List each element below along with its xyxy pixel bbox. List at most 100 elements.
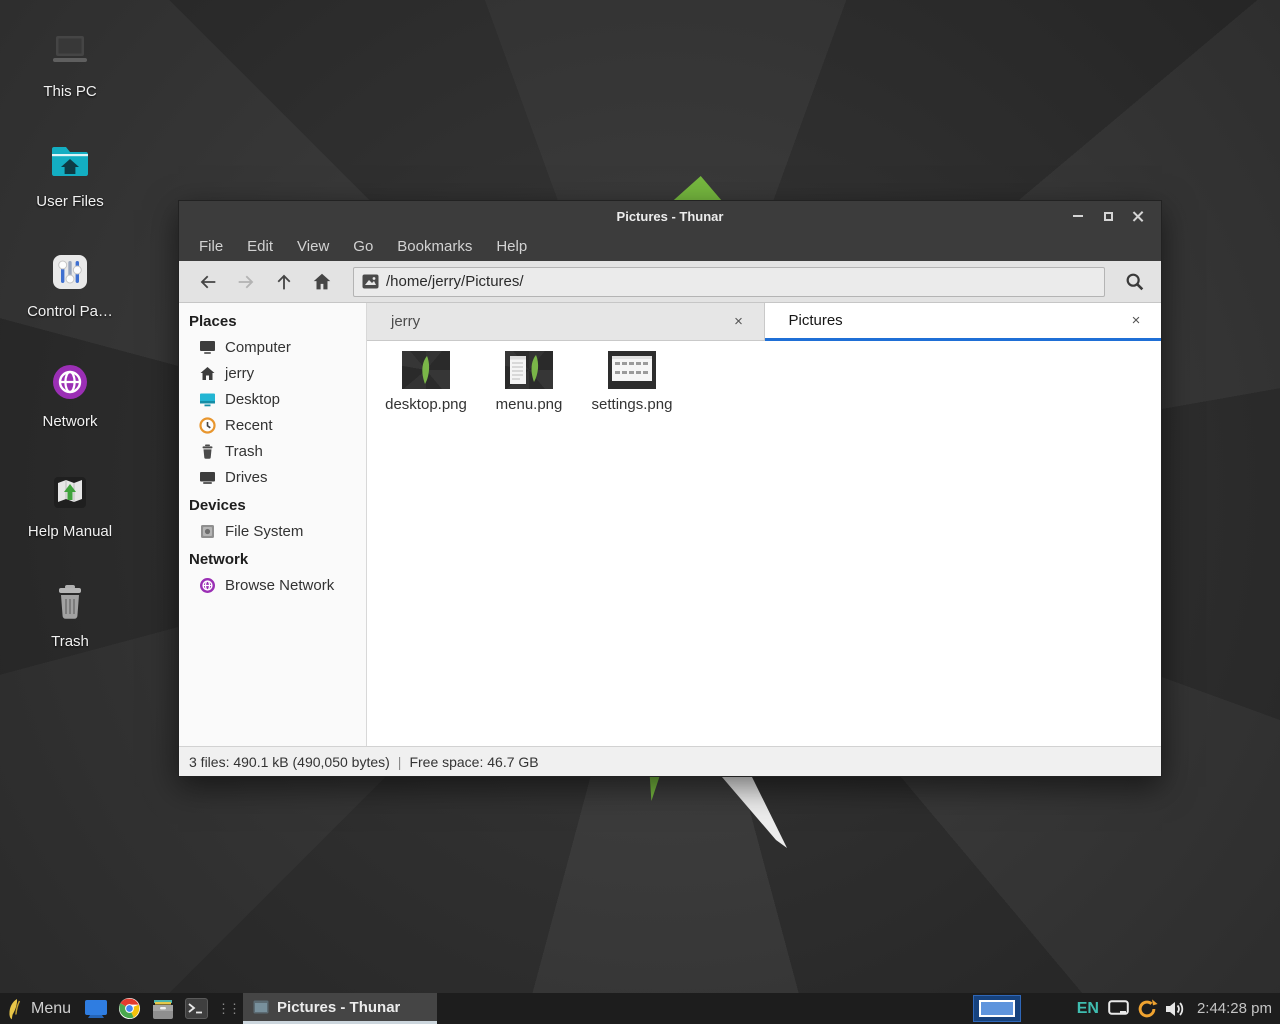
workspace-1 <box>979 1000 1015 1017</box>
path-entry[interactable]: /home/jerry/Pictures/ <box>353 267 1105 297</box>
tab-jerry[interactable]: jerry × <box>367 303 765 341</box>
desktop-icon-label: Help Manual <box>28 523 112 540</box>
trash-icon <box>46 578 94 626</box>
home-icon <box>199 365 216 382</box>
desktop-icon-user-files[interactable]: User Files <box>0 126 140 236</box>
menu-bookmarks[interactable]: Bookmarks <box>387 234 482 259</box>
wallpaper-feather-quill <box>716 776 790 850</box>
home-button[interactable] <box>303 266 341 298</box>
sidebar-item-label: Computer <box>225 339 291 356</box>
speaker-icon <box>1165 1000 1185 1018</box>
status-free-space-text: Free space: 46.7 GB <box>409 754 538 770</box>
workspace-switcher[interactable] <box>973 995 1021 1022</box>
file-settings-png[interactable]: settings.png <box>582 349 682 413</box>
window-content: Places Computer jerry <box>179 303 1161 746</box>
forward-arrow-icon <box>235 271 257 293</box>
status-bar: 3 files: 490.1 kB (490,050 bytes) | Free… <box>179 746 1161 776</box>
keyboard-layout-indicator[interactable]: EN <box>1077 1000 1099 1018</box>
sidebar-heading-devices: Devices <box>179 492 366 518</box>
up-button[interactable] <box>265 266 303 298</box>
search-icon <box>1124 271 1146 293</box>
file-view[interactable]: desktop.png menu.png <box>367 341 1161 746</box>
menu-view[interactable]: View <box>287 234 339 259</box>
sidebar-item-recent[interactable]: Recent <box>179 412 366 438</box>
display-tray-button[interactable] <box>1108 1000 1129 1017</box>
window-titlebar[interactable]: Pictures - Thunar <box>179 201 1161 231</box>
sidebar-item-computer[interactable]: Computer <box>179 334 366 360</box>
window-title: Pictures - Thunar <box>179 209 1161 224</box>
thunar-window: Pictures - Thunar File Edit View Go Book… <box>178 200 1162 777</box>
maximize-button[interactable] <box>1095 205 1121 227</box>
sidebar-heading-network: Network <box>179 546 366 572</box>
sidebar-item-label: Trash <box>225 443 263 460</box>
sidebar-item-desktop[interactable]: Desktop <box>179 386 366 412</box>
chrome-launcher[interactable] <box>113 993 146 1024</box>
status-separator: | <box>398 754 402 770</box>
display-tray-icon <box>1108 1000 1129 1017</box>
window-controls <box>1065 205 1161 227</box>
desktop-icon-label: Trash <box>51 633 89 650</box>
tab-label: Pictures <box>789 312 1128 329</box>
desktop-icon-network[interactable]: Network <box>0 346 140 456</box>
desktop-icon-list: This PC User Files Control Pa… Network <box>0 16 140 676</box>
sidebar-item-trash[interactable]: Trash <box>179 438 366 464</box>
tab-pictures[interactable]: Pictures × <box>765 303 1162 341</box>
help-manual-icon <box>46 468 94 516</box>
file-desktop-png[interactable]: desktop.png <box>376 349 476 413</box>
network-globe-icon <box>199 577 216 594</box>
terminal-launcher[interactable] <box>180 993 213 1024</box>
desktop-icon-this-pc[interactable]: This PC <box>0 16 140 126</box>
tab-close-icon[interactable]: × <box>730 313 748 330</box>
file-menu-png[interactable]: menu.png <box>479 349 579 413</box>
computer-icon <box>199 339 216 356</box>
up-arrow-icon <box>273 271 295 293</box>
update-manager-button[interactable] <box>1136 998 1158 1020</box>
task-button-label: Pictures - Thunar <box>277 999 400 1016</box>
file-cabinet-icon <box>151 998 175 1020</box>
close-button[interactable] <box>1125 205 1151 227</box>
menu-button[interactable]: Menu <box>0 993 79 1024</box>
menu-file[interactable]: File <box>189 234 233 259</box>
tab-bar: jerry × Pictures × <box>367 303 1161 341</box>
tab-close-icon[interactable]: × <box>1127 312 1145 329</box>
sidebar-item-drives[interactable]: Drives <box>179 464 366 490</box>
desktop-icon-label: Network <box>42 413 97 430</box>
desktop-icon-label: User Files <box>36 193 104 210</box>
sidebar-item-label: Drives <box>225 469 268 486</box>
taskbar-right: EN 2:44:28 pm <box>973 993 1280 1024</box>
back-button[interactable] <box>189 266 227 298</box>
task-button-thunar[interactable]: Pictures - Thunar <box>243 993 437 1024</box>
network-globe-icon <box>46 358 94 406</box>
sidebar-item-label: Recent <box>225 417 273 434</box>
minimize-button[interactable] <box>1065 205 1091 227</box>
thunar-window-icon <box>253 1000 269 1014</box>
tab-label: jerry <box>391 313 730 330</box>
back-arrow-icon <box>197 271 219 293</box>
hard-drive-icon <box>199 523 216 540</box>
taskbar-clock[interactable]: 2:44:28 pm <box>1197 1000 1272 1017</box>
menu-help[interactable]: Help <box>486 234 537 259</box>
menu-edit[interactable]: Edit <box>237 234 283 259</box>
toolbar: /home/jerry/Pictures/ <box>179 261 1161 303</box>
volume-button[interactable] <box>1165 1000 1185 1018</box>
sidebar-item-jerry[interactable]: jerry <box>179 360 366 386</box>
desktop-icon-label: This PC <box>43 83 96 100</box>
show-desktop-button[interactable] <box>79 993 113 1024</box>
forward-button[interactable] <box>227 266 265 298</box>
file-name: settings.png <box>592 396 673 413</box>
search-button[interactable] <box>1119 266 1151 298</box>
image-file-icon <box>362 274 379 289</box>
linux-lite-feather-icon <box>7 998 24 1020</box>
sidebar-item-label: jerry <box>225 365 254 382</box>
control-panel-icon <box>46 248 94 296</box>
desktop-icon-help-manual[interactable]: Help Manual <box>0 456 140 566</box>
menu-go[interactable]: Go <box>343 234 383 259</box>
status-files-text: 3 files: 490.1 kB (490,050 bytes) <box>189 754 390 770</box>
recent-clock-icon <box>199 417 216 434</box>
file-manager-launcher[interactable] <box>146 993 180 1024</box>
sidebar-item-file-system[interactable]: File System <box>179 518 366 544</box>
desktop-icon-trash[interactable]: Trash <box>0 566 140 676</box>
sidebar-item-browse-network[interactable]: Browse Network <box>179 572 366 598</box>
desktop-icon-control-panel[interactable]: Control Pa… <box>0 236 140 346</box>
minimize-icon <box>1073 215 1083 217</box>
